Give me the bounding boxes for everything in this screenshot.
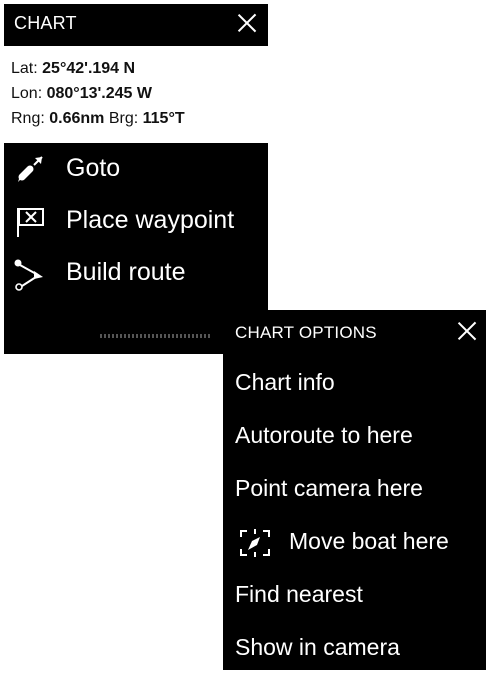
options-menu-title: CHART OPTIONS [235, 323, 377, 342]
place-waypoint-menu-item[interactable]: Place waypoint [4, 195, 268, 247]
latitude-line: Lat: 25°42'.194 N [11, 60, 135, 78]
options-menu-header: CHART OPTIONS [223, 310, 486, 348]
longitude-line: Lon: 080°13'.245 W [11, 85, 152, 103]
route-icon [12, 255, 48, 291]
brg-value: 115°T [142, 110, 185, 127]
position-info: Lat: 25°42'.194 N Lon: 080°13'.245 W Rng… [4, 46, 268, 143]
show-in-camera-option[interactable]: Show in camera [223, 625, 486, 673]
chart-menu-header: CHART [4, 4, 268, 42]
autoroute-label: Autoroute to here [235, 422, 413, 448]
move-boat-icon [237, 525, 273, 561]
place-waypoint-label: Place waypoint [66, 206, 235, 234]
brg-label: Brg: [108, 110, 139, 127]
waypoint-flag-icon [12, 203, 48, 239]
rng-value: 0.66nm [49, 110, 105, 127]
chart-options-menu: CHART OPTIONS Chart info Autoroute to he… [223, 310, 486, 670]
lon-label: Lon: [11, 85, 43, 102]
goto-icon [12, 151, 48, 187]
find-nearest-label: Find nearest [235, 581, 363, 607]
point-camera-label: Point camera here [235, 475, 423, 501]
range-bearing-line: Rng: 0.66nm Brg: 115°T [11, 110, 185, 128]
autoroute-option[interactable]: Autoroute to here [223, 413, 486, 461]
move-boat-label: Move boat here [289, 528, 449, 554]
build-route-label: Build route [66, 258, 186, 286]
chart-info-option[interactable]: Chart info [223, 360, 486, 408]
show-in-camera-label: Show in camera [235, 634, 400, 660]
scroll-indicator [100, 334, 210, 338]
lat-label: Lat: [11, 60, 38, 77]
close-icon[interactable] [454, 318, 480, 344]
point-camera-option[interactable]: Point camera here [223, 466, 486, 514]
rng-label: Rng: [11, 110, 45, 127]
lat-value: 25°42'.194 N [42, 60, 136, 77]
close-icon[interactable] [234, 10, 260, 36]
goto-menu-item[interactable]: Goto [4, 143, 268, 195]
goto-label: Goto [66, 154, 121, 182]
find-nearest-option[interactable]: Find nearest [223, 572, 486, 620]
build-route-menu-item[interactable]: Build route [4, 247, 268, 299]
chart-info-label: Chart info [235, 369, 335, 395]
chart-context-menu: CHART Lat: 25°42'.194 N Lon: 080°13'.245… [4, 4, 268, 354]
chart-menu-title: CHART [14, 13, 77, 33]
lon-value: 080°13'.245 W [46, 85, 152, 102]
move-boat-option[interactable]: Move boat here [223, 519, 486, 567]
